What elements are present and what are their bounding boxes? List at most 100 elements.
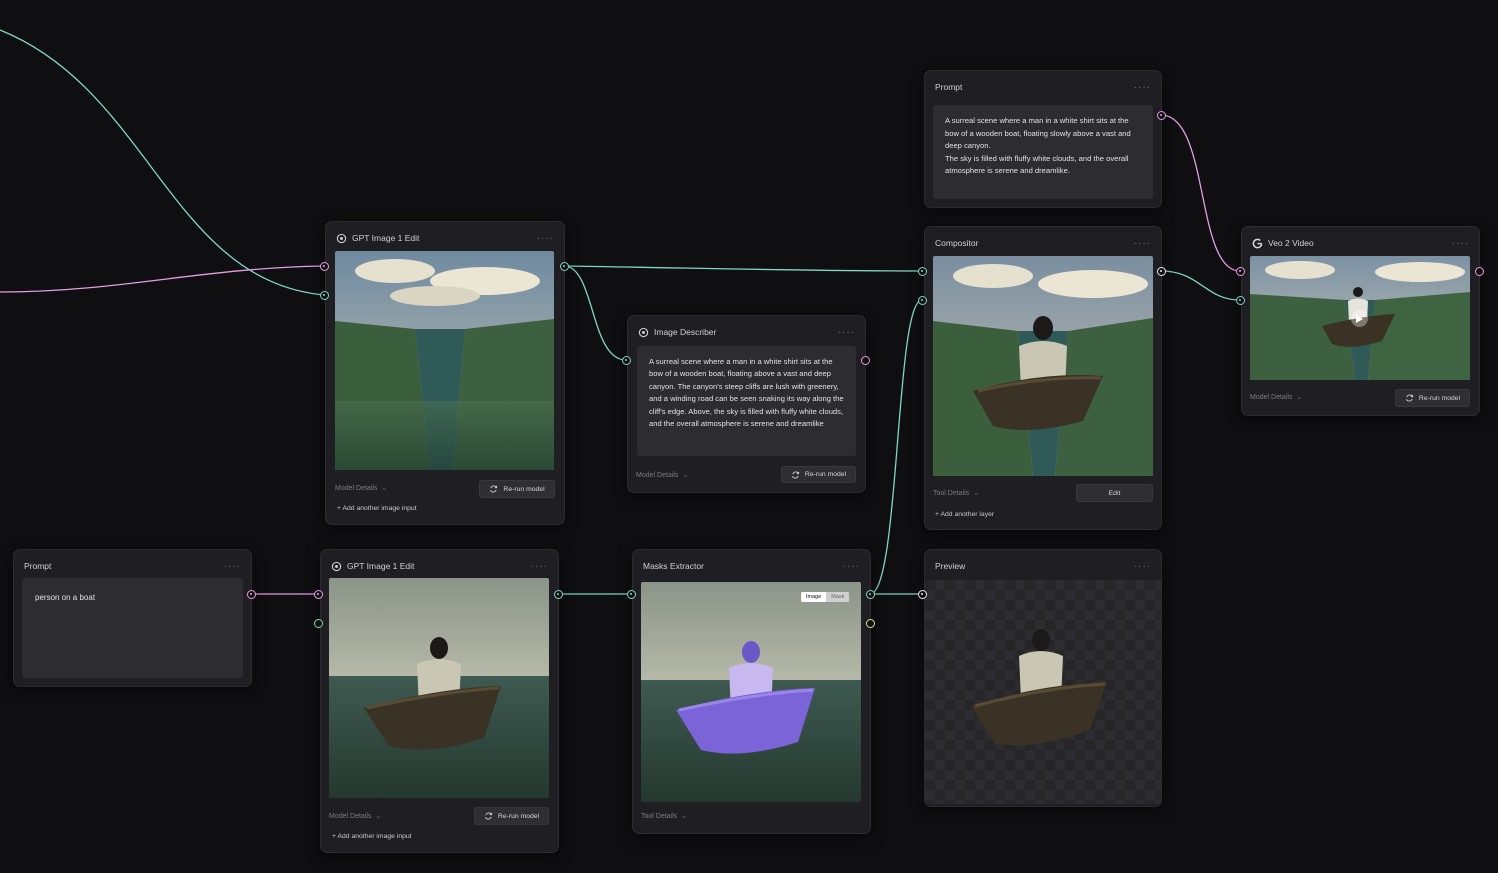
node-title: Compositor — [935, 238, 979, 248]
model-details-toggle[interactable]: Model Details ⌄ — [1250, 393, 1302, 402]
compositor-input-port-1[interactable] — [918, 267, 927, 276]
veo-prompt-input-port[interactable] — [1236, 267, 1245, 276]
chevron-down-icon: ⌄ — [375, 813, 382, 820]
add-layer-link[interactable]: + Add another layer — [935, 511, 994, 518]
tool-details-toggle[interactable]: Tool Details ⌄ — [933, 489, 980, 498]
more-icon[interactable]: ···· — [1452, 238, 1469, 249]
refresh-icon — [484, 812, 492, 820]
more-icon[interactable]: ···· — [1134, 238, 1151, 249]
more-icon[interactable]: ···· — [838, 327, 855, 338]
more-icon[interactable]: ···· — [531, 561, 548, 572]
masked-image: Image Mask — [641, 582, 861, 802]
toggle-mask-option[interactable]: Mask — [826, 592, 850, 602]
prompt-bottom-output-port[interactable] — [247, 590, 256, 599]
preview-node[interactable]: Preview ···· — [924, 549, 1162, 807]
node-title: Preview — [935, 561, 966, 571]
tool-details-label: Tool Details — [933, 489, 970, 497]
composited-image — [933, 256, 1153, 476]
more-icon[interactable]: ···· — [1134, 82, 1151, 93]
veo-image-input-port[interactable] — [1236, 296, 1245, 305]
edit-button[interactable]: Edit — [1076, 484, 1153, 502]
google-icon — [1252, 238, 1263, 249]
rerun-model-button[interactable]: Re-run model — [1395, 389, 1470, 407]
preview-input-port[interactable] — [918, 590, 927, 599]
refresh-icon — [791, 470, 799, 479]
openai-icon — [331, 561, 342, 572]
compositor-output-port[interactable] — [1157, 267, 1166, 276]
transparent-preview-image — [925, 580, 1161, 804]
compositor-node[interactable]: Compositor ···· Tool Details ⌄ Edit + Ad… — [924, 226, 1162, 530]
gpt-bottom-output-port[interactable] — [554, 590, 563, 599]
veo-video-node[interactable]: Veo 2 Video ···· Model Details ⌄ Re-run … — [1241, 226, 1480, 416]
more-icon[interactable]: ···· — [537, 233, 554, 244]
play-icon[interactable] — [1351, 310, 1368, 327]
openai-icon — [638, 327, 649, 338]
gpt-top-prompt-input-port[interactable] — [320, 262, 329, 271]
gpt-image-edit-node-top[interactable]: GPT Image 1 Edit ···· Model Details ⌄ Re… — [325, 221, 565, 525]
rerun-model-button[interactable]: Re-run model — [781, 466, 856, 483]
image-mask-toggle[interactable]: Image Mask — [801, 592, 850, 602]
boat-on-sea-image — [329, 578, 549, 798]
tool-details-toggle[interactable]: Tool Details ⌄ — [641, 812, 687, 821]
wire-gpt-top-to-compositor — [563, 265, 923, 272]
masks-extractor-node[interactable]: Masks Extractor ···· Image Mask Tool Det… — [632, 549, 871, 834]
description-text[interactable]: A surreal scene where a man in a white s… — [637, 346, 856, 456]
node-header: GPT Image 1 Edit ···· — [331, 558, 548, 574]
rerun-model-button[interactable]: Re-run model — [479, 480, 555, 498]
chevron-down-icon: ⌄ — [973, 490, 980, 497]
chevron-down-icon: ⌄ — [682, 472, 689, 479]
add-image-input-link[interactable]: + Add another image input — [332, 833, 412, 840]
wire-prompt-top-to-veo — [1160, 114, 1241, 272]
node-title: Prompt — [24, 561, 52, 571]
more-icon[interactable]: ···· — [843, 561, 860, 572]
node-header: GPT Image 1 Edit ···· — [336, 230, 554, 246]
rerun-model-button[interactable]: Re-run model — [474, 807, 549, 825]
compositor-input-port-2[interactable] — [918, 296, 927, 305]
refresh-icon — [1405, 394, 1413, 402]
model-details-toggle[interactable]: Model Details ⌄ — [335, 484, 387, 493]
node-header: Prompt ···· — [935, 79, 1151, 95]
model-details-label: Model Details — [1250, 393, 1293, 401]
rerun-label: Re-run model — [497, 812, 540, 820]
masks-output-port-image[interactable] — [866, 590, 875, 599]
prompt-node-top[interactable]: Prompt ···· A surreal scene where a man … — [924, 70, 1162, 208]
prompt-top-output-port[interactable] — [1157, 111, 1166, 120]
node-header: Prompt ···· — [24, 558, 241, 574]
gpt-bottom-image-input-port[interactable] — [314, 619, 323, 628]
wire-compositor-to-veo — [1160, 270, 1241, 301]
node-header: Image Describer ···· — [638, 324, 855, 340]
node-header: Preview ···· — [935, 558, 1151, 574]
gpt-top-image-input-port[interactable] — [320, 291, 329, 300]
node-title: Image Describer — [654, 327, 717, 337]
node-header: Compositor ···· — [935, 235, 1151, 251]
video-thumbnail[interactable] — [1250, 256, 1470, 380]
more-icon[interactable]: ···· — [224, 561, 241, 572]
node-title: GPT Image 1 Edit — [347, 561, 415, 571]
wire-masks-to-compositor — [869, 299, 923, 595]
refresh-icon — [490, 485, 498, 493]
wire-offscreen-to-gpt-top — [0, 29, 325, 296]
describer-input-port[interactable] — [622, 356, 631, 365]
rerun-label: Re-run model — [1418, 394, 1461, 402]
tool-details-label: Tool Details — [641, 812, 678, 820]
gpt-image-edit-node-bottom[interactable]: GPT Image 1 Edit ···· Model Details ⌄ Re… — [320, 549, 559, 853]
describer-output-port[interactable] — [861, 356, 870, 365]
masks-output-port-mask[interactable] — [866, 619, 875, 628]
add-image-input-link[interactable]: + Add another image input — [337, 505, 417, 512]
model-details-toggle[interactable]: Model Details ⌄ — [636, 471, 689, 480]
node-title: Masks Extractor — [643, 561, 704, 571]
model-details-label: Model Details — [636, 471, 679, 479]
image-describer-node[interactable]: Image Describer ···· A surreal scene whe… — [627, 315, 866, 493]
prompt-text[interactable]: A surreal scene where a man in a white s… — [933, 105, 1153, 199]
model-details-toggle[interactable]: Model Details ⌄ — [329, 812, 382, 821]
rerun-label: Re-run model — [503, 485, 545, 493]
veo-output-port[interactable] — [1475, 267, 1484, 276]
node-title: Veo 2 Video — [1268, 238, 1314, 248]
gpt-bottom-prompt-input-port[interactable] — [314, 590, 323, 599]
gpt-top-output-port[interactable] — [560, 262, 569, 271]
prompt-node-bottom[interactable]: Prompt ···· person on a boat — [13, 549, 252, 687]
prompt-text[interactable]: person on a boat — [22, 578, 243, 678]
masks-input-port[interactable] — [627, 590, 636, 599]
more-icon[interactable]: ···· — [1134, 561, 1151, 572]
toggle-image-option[interactable]: Image — [801, 592, 827, 602]
